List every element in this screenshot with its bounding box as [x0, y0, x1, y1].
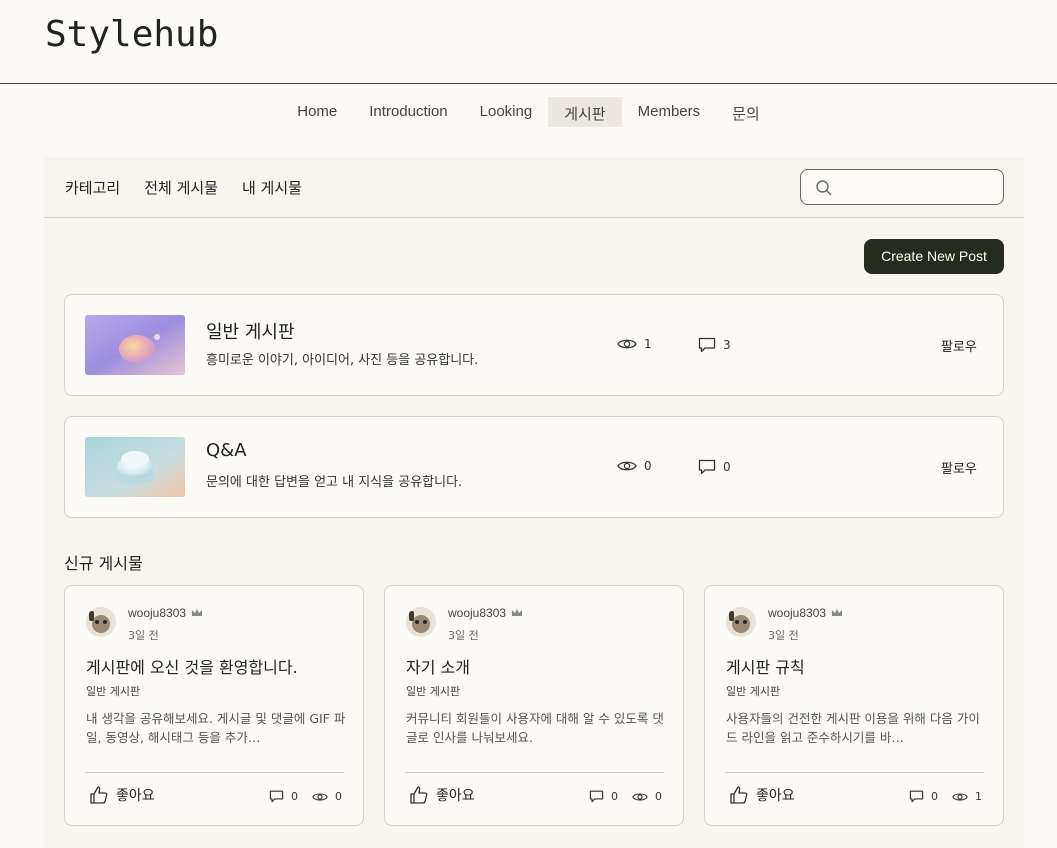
- post-title[interactable]: 자기 소개: [406, 654, 470, 678]
- forum-board: 카테고리 전체 게시물 내 게시물 Create New Post 일반 게시판…: [44, 157, 1024, 848]
- category-description: 문의에 대한 답변을 얻고 내 지식을 공유합니다.: [206, 475, 463, 490]
- comment-icon: [698, 337, 716, 353]
- comment-icon: [698, 459, 716, 475]
- comments-count: 0: [611, 790, 618, 803]
- comments-count: 0: [291, 790, 298, 803]
- post-author[interactable]: wooju8303: [448, 606, 523, 620]
- divider: [725, 772, 984, 773]
- divider: [405, 772, 664, 773]
- eye-icon: [312, 792, 328, 801]
- avatar[interactable]: [86, 607, 116, 637]
- comment-icon: [269, 790, 284, 803]
- comment-icon: [909, 790, 924, 803]
- thumbs-up-icon: [730, 786, 748, 804]
- views-count: 0: [644, 459, 652, 473]
- avatar[interactable]: [406, 607, 436, 637]
- category-card-qa[interactable]: Q&A 문의에 대한 답변을 얻고 내 지식을 공유합니다. 0 0 팔로우: [64, 416, 1004, 518]
- post-card[interactable]: wooju8303 3일 전 게시판 규칙 일반 게시판 사용자들의 건전한 게…: [704, 585, 1004, 826]
- site-logo[interactable]: Stylehub: [45, 14, 218, 55]
- thumbs-up-icon: [410, 786, 428, 804]
- category-thumbnail: [85, 315, 185, 375]
- main-nav: Home Introduction Looking 게시판 Members 문의: [0, 84, 1057, 156]
- post-category[interactable]: 일반 게시판: [726, 683, 780, 699]
- search-icon: [816, 180, 832, 196]
- category-title: 일반 게시판: [206, 322, 295, 343]
- post-time: 3일 전: [128, 629, 159, 642]
- views-count: 1: [644, 337, 652, 351]
- nav-members[interactable]: Members: [622, 97, 717, 127]
- post-stats: 0 1: [901, 790, 982, 803]
- post-author[interactable]: wooju8303: [768, 606, 843, 620]
- board-subnav: 카테고리 전체 게시물 내 게시물: [44, 157, 1024, 218]
- eye-icon: [632, 792, 648, 801]
- site-header: Stylehub: [0, 0, 1057, 84]
- avatar[interactable]: [726, 607, 756, 637]
- eye-icon: [617, 461, 637, 471]
- post-stats: 0 0: [261, 790, 342, 803]
- nav-introduction[interactable]: Introduction: [353, 97, 463, 127]
- post-category[interactable]: 일반 게시판: [406, 683, 460, 699]
- post-time: 3일 전: [448, 629, 479, 642]
- comments-count: 0: [723, 460, 731, 474]
- crown-icon: [832, 609, 843, 616]
- post-stats: 0 0: [581, 790, 662, 803]
- follow-button[interactable]: 팔로우: [941, 458, 977, 477]
- nav-board[interactable]: 게시판: [548, 97, 622, 127]
- category-comments: 0: [698, 459, 731, 475]
- category-views: 0: [617, 459, 652, 473]
- create-new-post-button[interactable]: Create New Post: [864, 239, 1004, 274]
- post-excerpt: 사용자들의 건전한 게시판 이용을 위해 다음 가이드 라인을 읽고 준수하시기…: [726, 711, 980, 745]
- crown-icon: [512, 609, 523, 616]
- post-excerpt: 내 생각을 공유해보세요. 게시글 및 댓글에 GIF 파일, 동영상, 해시태…: [86, 711, 346, 745]
- nav-contact[interactable]: 문의: [716, 97, 776, 127]
- post-time: 3일 전: [768, 629, 799, 642]
- like-button[interactable]: 좋아요: [729, 785, 795, 805]
- comments-count: 0: [931, 790, 938, 803]
- subnav-all-posts[interactable]: 전체 게시물: [144, 177, 218, 198]
- search-box[interactable]: [800, 169, 1004, 205]
- category-description: 흥미로운 이야기, 아이디어, 사진 등을 공유합니다.: [206, 353, 479, 368]
- nav-home[interactable]: Home: [281, 97, 353, 127]
- comment-icon: [589, 790, 604, 803]
- post-category[interactable]: 일반 게시판: [86, 683, 140, 699]
- category-comments: 3: [698, 337, 731, 353]
- post-excerpt: 커뮤니티 회원들이 사용자에 대해 알 수 있도록 댓글로 인사를 나눠보세요.: [406, 711, 664, 745]
- subnav-my-posts[interactable]: 내 게시물: [242, 177, 302, 198]
- new-posts-title: 신규 게시물: [64, 554, 143, 573]
- views-count: 1: [975, 790, 982, 803]
- post-author[interactable]: wooju8303: [128, 606, 203, 620]
- category-thumbnail: [85, 437, 185, 497]
- post-title[interactable]: 게시판 규칙: [726, 654, 805, 678]
- views-count: 0: [655, 790, 662, 803]
- post-card[interactable]: wooju8303 3일 전 게시판에 오신 것을 환영합니다. 일반 게시판 …: [64, 585, 364, 826]
- category-views: 1: [617, 337, 652, 351]
- comments-count: 3: [723, 338, 731, 352]
- category-card-general[interactable]: 일반 게시판 흥미로운 이야기, 아이디어, 사진 등을 공유합니다. 1 3 …: [64, 294, 1004, 396]
- views-count: 0: [335, 790, 342, 803]
- like-button[interactable]: 좋아요: [409, 785, 475, 805]
- divider: [85, 772, 344, 773]
- thumbs-up-icon: [90, 786, 108, 804]
- subnav-categories[interactable]: 카테고리: [65, 177, 120, 198]
- nav-looking[interactable]: Looking: [464, 97, 549, 127]
- post-title[interactable]: 게시판에 오신 것을 환영합니다.: [86, 654, 298, 678]
- like-button[interactable]: 좋아요: [89, 785, 155, 805]
- eye-icon: [952, 792, 968, 801]
- follow-button[interactable]: 팔로우: [941, 336, 977, 355]
- category-title: Q&A: [206, 440, 247, 461]
- post-card[interactable]: wooju8303 3일 전 자기 소개 일반 게시판 커뮤니티 회원들이 사용…: [384, 585, 684, 826]
- search-input[interactable]: [841, 176, 991, 198]
- crown-icon: [192, 609, 203, 616]
- eye-icon: [617, 339, 637, 349]
